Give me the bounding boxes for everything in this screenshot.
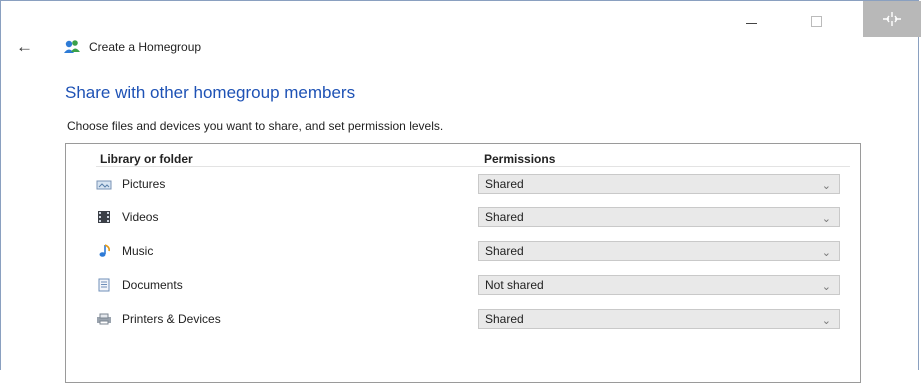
printer-icon — [97, 313, 111, 325]
library-item-printers-devices: Printers & Devices — [96, 312, 221, 326]
chevron-down-icon: ⌄ — [821, 315, 831, 327]
close-button[interactable] — [863, 1, 921, 37]
library-item-pictures: Pictures — [96, 177, 165, 191]
videos-icon — [98, 211, 110, 223]
window-title: Create a Homegroup — [89, 40, 202, 54]
music-icon — [99, 244, 110, 257]
minimize-button[interactable] — [731, 7, 771, 35]
table-row-music: Music Shared ⌄ — [96, 241, 840, 263]
column-header-permissions: Permissions — [484, 152, 556, 166]
chevron-down-icon: ⌄ — [821, 180, 831, 192]
maximize-icon — [810, 15, 822, 27]
maximize-button[interactable] — [796, 7, 836, 35]
library-item-videos: Videos — [96, 210, 158, 224]
homegroup-window: ← Create a Homegroup Share with other ho… — [0, 0, 921, 383]
library-label: Printers & Devices — [122, 312, 221, 326]
permission-value: Shared — [485, 312, 524, 326]
library-item-music: Music — [96, 244, 153, 258]
permission-dropdown-documents[interactable]: Not shared ⌄ — [478, 275, 840, 295]
permission-dropdown-music[interactable]: Shared ⌄ — [478, 241, 840, 261]
documents-icon — [98, 278, 110, 292]
page-heading: Share with other homegroup members — [65, 83, 356, 102]
sharing-table: Library or folder Permissions Pictures S… — [65, 143, 861, 383]
permission-value: Not shared — [485, 278, 544, 292]
permission-value: Shared — [485, 177, 524, 191]
header-divider — [96, 166, 850, 167]
library-label: Videos — [122, 210, 159, 224]
table-row-printers-devices: Printers & Devices Shared ⌄ — [96, 309, 840, 331]
library-item-documents: Documents — [96, 278, 183, 292]
library-label: Documents — [122, 278, 183, 292]
permission-value: Shared — [485, 210, 524, 224]
homegroup-icon — [64, 40, 80, 53]
column-header-library: Library or folder — [100, 152, 193, 166]
chevron-down-icon: ⌄ — [821, 281, 831, 293]
chevron-down-icon: ⌄ — [821, 213, 831, 225]
minimize-icon — [745, 22, 757, 24]
back-button[interactable]: ← — [16, 37, 33, 57]
window-title-bar: Create a Homegroup — [63, 39, 201, 55]
page-instructions: Choose files and devices you want to sha… — [67, 119, 444, 133]
table-row-documents: Documents Not shared ⌄ — [96, 275, 840, 297]
permission-dropdown-videos[interactable]: Shared ⌄ — [478, 207, 840, 227]
pictures-icon — [96, 180, 112, 190]
table-row-videos: Videos Shared ⌄ — [96, 207, 840, 229]
library-label: Pictures — [122, 177, 166, 191]
close-icon — [883, 12, 901, 26]
library-label: Music — [122, 244, 154, 258]
chevron-down-icon: ⌄ — [821, 247, 831, 259]
permission-value: Shared — [485, 244, 524, 258]
table-row-pictures: Pictures Shared ⌄ — [96, 174, 840, 196]
back-arrow-icon: ← — [16, 37, 33, 56]
permission-dropdown-pictures[interactable]: Shared ⌄ — [478, 174, 840, 194]
permission-dropdown-printers-devices[interactable]: Shared ⌄ — [478, 309, 840, 329]
